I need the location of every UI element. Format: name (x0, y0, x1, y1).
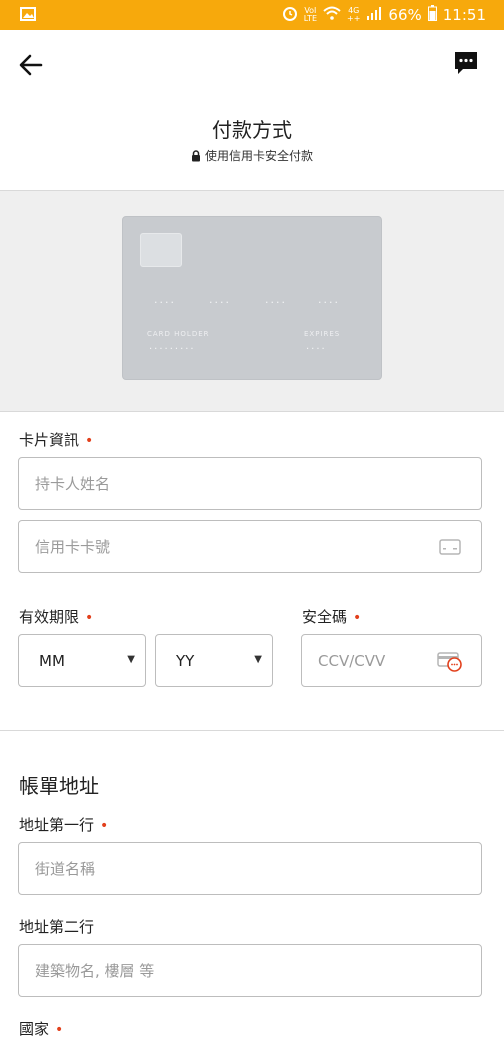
card-number-group: ···· (154, 296, 176, 309)
status-bar: VoI LTE 4G ++ 66% 11:51 (0, 0, 504, 30)
image-notification-icon (20, 7, 36, 25)
card-info-label: 卡片資訊 • (19, 431, 94, 449)
cvv-card-icon (437, 651, 463, 677)
card-number-placeholder: 信用卡卡號 (35, 538, 111, 556)
credit-card-icon (439, 539, 461, 559)
required-marker: • (353, 610, 362, 626)
card-number-group: ···· (265, 296, 287, 309)
page-title: 付款方式 (212, 118, 292, 142)
signal-icon (366, 6, 382, 24)
volte-indicator: VoI LTE (303, 6, 318, 23)
card-expires-label: EXPIRES (304, 330, 341, 338)
battery-percentage: 66% (388, 6, 422, 24)
cvv-label: 安全碼 • (302, 608, 362, 626)
card-chip (140, 233, 182, 267)
address-line1-input[interactable]: 街道名稱 (18, 842, 482, 895)
billing-address-title: 帳單地址 (19, 774, 99, 798)
wifi-icon (323, 6, 341, 24)
card-holder-label: CARD HOLDER (147, 330, 210, 338)
address-line1-label: 地址第一行 • (19, 816, 109, 834)
dropdown-caret-icon: ▼ (254, 654, 262, 665)
card-preview: ···· ···· ···· ···· CARD HOLDER ········… (122, 216, 382, 380)
address-line2-label: 地址第二行 (19, 918, 95, 936)
network-type-indicator: 4G ++ (347, 6, 361, 23)
arrow-left-icon (19, 54, 43, 76)
card-number-group: ···· (209, 296, 231, 309)
cardholder-name-placeholder: 持卡人姓名 (35, 475, 111, 493)
required-marker: • (55, 1022, 64, 1038)
address-line2-input[interactable]: 建築物名, 樓層 等 (18, 944, 482, 997)
chat-bubble-icon (455, 52, 477, 74)
expiry-year-select[interactable]: YY ▼ (155, 634, 273, 687)
back-button[interactable] (16, 50, 46, 80)
address-line2-placeholder: 建築物名, 樓層 等 (35, 962, 155, 980)
card-expires-value: ···· (306, 344, 327, 355)
payment-header: 付款方式 使用信用卡安全付款 (0, 98, 504, 191)
chat-button[interactable] (452, 49, 480, 77)
cardholder-name-input[interactable]: 持卡人姓名 (18, 457, 482, 510)
card-preview-section: ···· ···· ···· ···· CARD HOLDER ········… (0, 191, 504, 412)
cvv-input[interactable]: CCV/CVV (301, 634, 482, 687)
expiry-year-value: YY (176, 651, 195, 670)
cvv-placeholder: CCV/CVV (318, 651, 386, 670)
battery-icon (427, 5, 437, 25)
country-label: 國家 • (19, 1020, 64, 1038)
expiry-month-select[interactable]: MM ▼ (18, 634, 146, 687)
required-marker: • (100, 818, 109, 834)
required-marker: • (85, 610, 94, 626)
clock-time: 11:51 (442, 6, 486, 24)
required-marker: • (85, 433, 94, 449)
expiry-label: 有效期限 • (19, 608, 94, 626)
dropdown-caret-icon: ▼ (127, 654, 135, 665)
card-number-input[interactable]: 信用卡卡號 (18, 520, 482, 573)
address-line1-placeholder: 街道名稱 (35, 860, 96, 878)
app-bar (0, 30, 504, 99)
secure-payment-note: 使用信用卡安全付款 (0, 147, 504, 164)
expiry-month-value: MM (39, 651, 65, 670)
section-divider (0, 730, 504, 731)
lock-icon (191, 149, 200, 161)
alarm-icon (282, 5, 298, 25)
secure-note-text: 使用信用卡安全付款 (204, 149, 313, 163)
card-number-group: ···· (318, 296, 340, 309)
card-holder-value: ········· (149, 344, 196, 355)
